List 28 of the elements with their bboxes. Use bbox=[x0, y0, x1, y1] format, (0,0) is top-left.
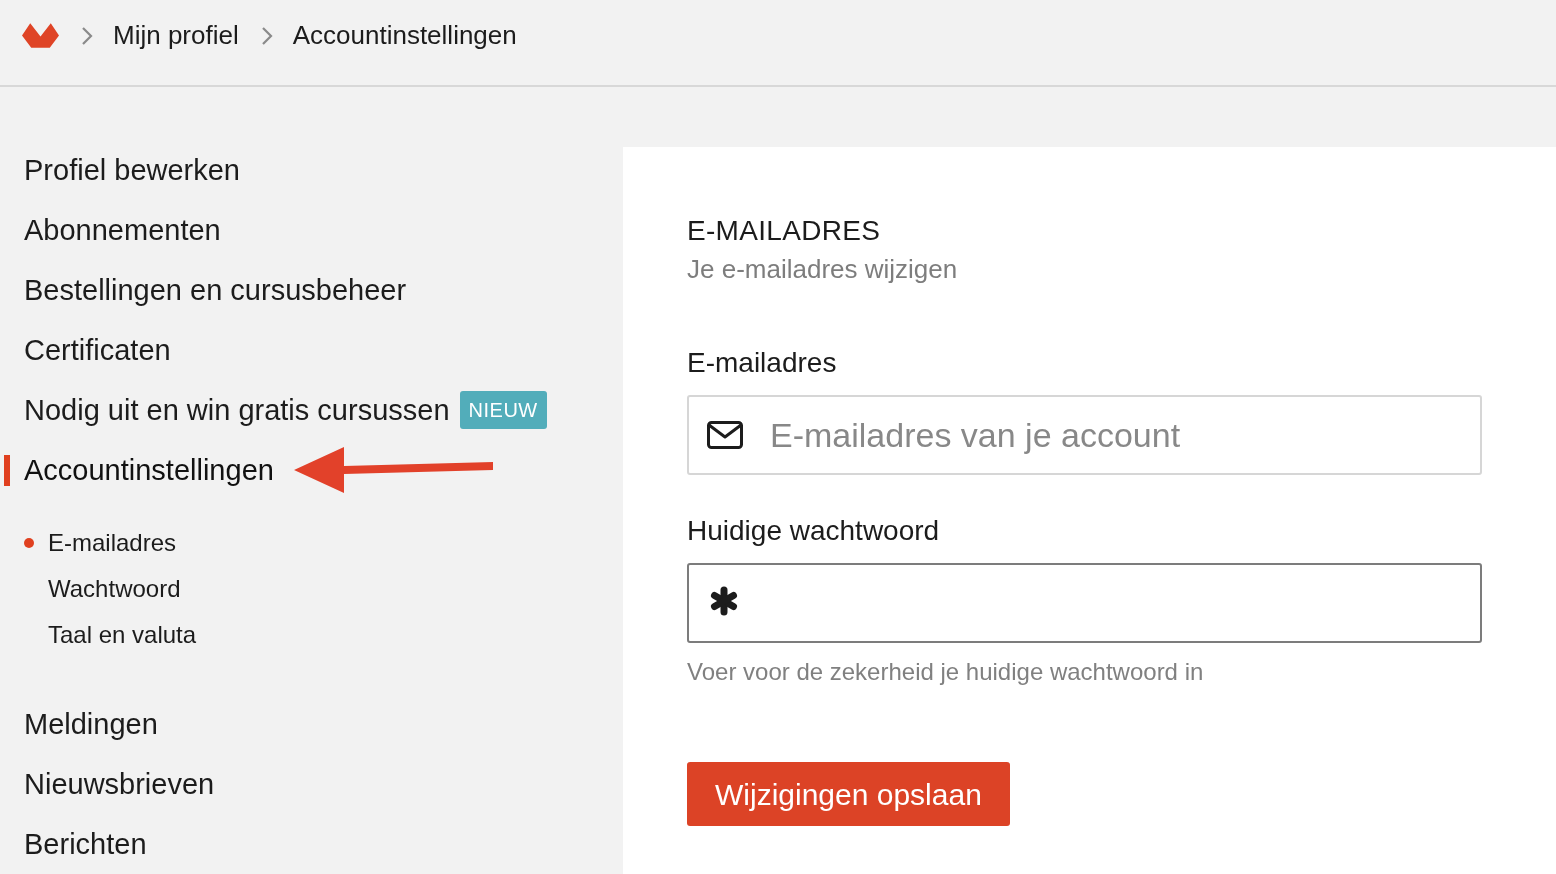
sidebar-subitem[interactable]: E-mailadres bbox=[48, 525, 177, 561]
sidebar-item[interactable]: Bestellingen en cursusbeheer bbox=[24, 273, 407, 307]
sidebar-subitem[interactable]: Wachtwoord bbox=[48, 571, 181, 607]
field-label: Huidige wachtwoord bbox=[687, 514, 941, 548]
sidebar-item[interactable]: Accountinstellingen bbox=[24, 453, 274, 487]
email-field[interactable]: E-mailadres van je account bbox=[687, 395, 1482, 475]
logo-icon[interactable] bbox=[22, 23, 59, 48]
sidebar-item[interactable]: Certificaten bbox=[24, 333, 171, 367]
field-hint: Voer voor de zekerheid je huidige wachtwoord in bbox=[687, 657, 1205, 687]
sidebar-item[interactable]: Nodig uit en win gratis cursussen bbox=[24, 393, 450, 427]
sidebar-item[interactable]: Profiel bewerken bbox=[24, 153, 240, 187]
asterisk-icon bbox=[709, 586, 739, 616]
section-title: E-MAILADRES bbox=[687, 214, 882, 248]
breadcrumb-link[interactable]: Mijn profiel bbox=[113, 16, 239, 55]
breadcrumb-link[interactable]: Accountinstellingen bbox=[292, 16, 517, 55]
section-subtitle: Je e-mailadres wijzigen bbox=[687, 253, 959, 285]
sidebar-item[interactable]: Nieuwsbrieven bbox=[24, 767, 215, 801]
chevron-right-icon bbox=[81, 25, 93, 46]
sidebar-item[interactable]: Meldingen bbox=[24, 707, 158, 741]
sidebar-item[interactable]: Abonnementen bbox=[24, 213, 221, 247]
chevron-right-icon bbox=[260, 25, 273, 46]
password-field[interactable] bbox=[687, 563, 1482, 643]
save-button[interactable]: Wijzigingen opslaan bbox=[687, 762, 1010, 826]
envelope-icon bbox=[707, 421, 743, 449]
new-label: NIEUW bbox=[459, 391, 547, 429]
field-label: E-mailadres bbox=[687, 346, 838, 380]
sidebar-item[interactable]: Berichten bbox=[24, 827, 147, 861]
sidebar-subitem[interactable]: Taal en valuta bbox=[48, 617, 197, 653]
